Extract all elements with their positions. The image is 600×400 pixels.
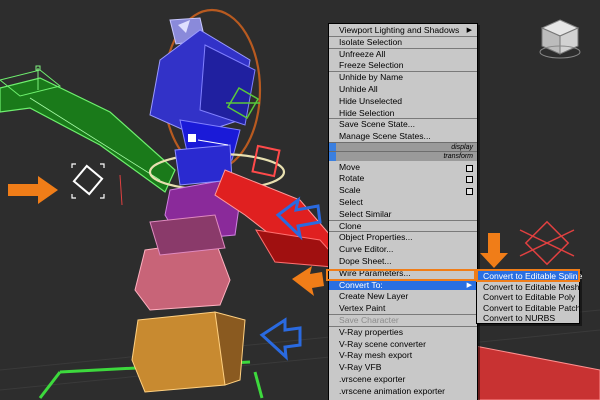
menu-item-label: Convert to NURBS	[483, 313, 556, 324]
menu-item-convert-to-editable-mesh[interactable]: Convert to Editable Mesh	[477, 281, 580, 292]
menu-item-label: Wire Parameters...	[339, 267, 411, 278]
menu-item-label: Vertex Paint	[339, 303, 386, 314]
menu-item-move[interactable]: Move	[329, 161, 477, 173]
quad-header-label: transform	[443, 153, 473, 161]
menu-item-v-ray-bitmap-to-vrayhdri-converter[interactable]: V-Ray Bitmap to VRayHDRI converter	[329, 397, 484, 400]
menu-item-label: V-Ray VFB	[339, 362, 382, 373]
menu-item-scale[interactable]: Scale	[329, 184, 477, 196]
menu-item-label: Select Similar	[339, 208, 392, 219]
menu-item-label: Unhide All	[339, 83, 378, 94]
menu-item-label: Unfreeze All	[339, 48, 386, 59]
quad-header-tab	[329, 142, 336, 152]
menu-item-wire-parameters[interactable]: Wire Parameters...	[329, 267, 477, 279]
menu-item-select-similar[interactable]: Select Similar	[329, 208, 477, 220]
menu-item-label: .vrscene exporter	[339, 373, 406, 384]
menu-item-vrscene-exporter[interactable]: .vrscene exporter	[329, 373, 477, 385]
viewcube-icon[interactable]	[536, 14, 584, 62]
menu-item-unhide-all[interactable]: Unhide All	[329, 83, 477, 95]
scene-geometry	[0, 8, 600, 400]
menu-item-label: Convert to Editable Spline	[483, 271, 583, 281]
menu-item-convert-to-editable-poly[interactable]: Convert to Editable Poly	[477, 291, 579, 302]
menu-item-label: Convert to Editable Poly	[483, 292, 576, 303]
menu-item-hide-unselected[interactable]: Hide Unselected	[329, 95, 477, 107]
menu-item-label: Scale	[339, 185, 361, 196]
menu-item-label: V-Ray scene converter	[339, 338, 426, 349]
menu-item-convert-to-editable-patch[interactable]: Convert to Editable Patch	[477, 302, 581, 313]
menu-item-label: Save Character	[339, 314, 399, 325]
settings-box-icon[interactable]	[466, 176, 473, 184]
menu-item-convert-to-editable-spline[interactable]: Convert to Editable Spline	[476, 269, 583, 282]
quad-menu-transform-section: Move Rotate Scale Select Select Similar Clone…	[329, 161, 484, 400]
settings-box-icon[interactable]	[466, 164, 473, 172]
convert-to-submenu: Convert to Editable Spline Convert to Edi…	[476, 269, 583, 324]
menu-item-unhide-by-name[interactable]: Unhide by Name	[329, 71, 477, 83]
menu-item-rotate[interactable]: Rotate	[329, 172, 477, 184]
quad-header-display: display	[329, 141, 477, 152]
menu-item-label: Clone	[339, 220, 362, 231]
3d-viewport[interactable]: Viewport Lighting and Shadows ▶ Isolate Se…	[0, 0, 600, 400]
menu-item-label: Viewport Lighting and Shadows	[339, 25, 460, 35]
menu-item-label: Convert To:	[339, 279, 383, 290]
menu-item-v-ray-properties[interactable]: V-Ray properties	[329, 325, 477, 338]
menu-item-dope-sheet[interactable]: Dope Sheet...	[329, 255, 477, 267]
menu-item-v-ray-scene-converter[interactable]: V-Ray scene converter	[329, 338, 477, 350]
menu-item-label: Dope Sheet...	[339, 255, 392, 266]
menu-item-label: Save Scene State...	[339, 119, 415, 130]
green-arm[interactable]	[0, 69, 176, 193]
menu-item-label: Manage Scene States...	[339, 131, 431, 142]
menu-item-vrscene-animation-exporter[interactable]: .vrscene animation exporter	[329, 385, 477, 397]
menu-item-label: Convert to Editable Patch	[483, 302, 581, 313]
menu-item-label: V-Ray mesh export	[339, 350, 413, 361]
menu-item-v-ray-vfb[interactable]: V-Ray VFB	[329, 361, 477, 373]
menu-item-label: Object Properties...	[339, 232, 413, 243]
menu-item-clone[interactable]: Clone	[329, 219, 477, 232]
menu-item-label: .vrscene animation exporter	[339, 385, 446, 396]
menu-item-convert-to[interactable]: Convert To: ▶	[329, 278, 477, 291]
quad-header-transform: transform	[329, 151, 477, 161]
menu-item-save-scene-state[interactable]: Save Scene State...	[329, 118, 477, 130]
menu-item-object-properties[interactable]: Object Properties...	[329, 231, 477, 243]
menu-item-hide-selection[interactable]: Hide Selection	[329, 107, 477, 119]
menu-item-label: Move	[339, 161, 361, 172]
menu-item-convert-to-nurbs[interactable]: Convert to NURBS	[477, 312, 579, 323]
menu-item-label: Hide Selection	[339, 107, 395, 118]
quad-menu-display-section: Viewport Lighting and Shadows ▶ Isolate Se…	[329, 24, 477, 142]
menu-item-unfreeze-all[interactable]: Unfreeze All	[329, 47, 477, 60]
quad-header-tab	[329, 152, 336, 161]
settings-box-icon[interactable]	[466, 188, 473, 196]
menu-item-label: Unhide by Name	[339, 72, 404, 83]
menu-item-create-new-layer[interactable]: Create New Layer	[329, 290, 477, 302]
menu-item-select[interactable]: Select	[329, 196, 477, 208]
menu-item-viewport-lighting-and-shadows[interactable]: Viewport Lighting and Shadows ▶	[329, 24, 477, 36]
menu-item-vertex-paint[interactable]: Vertex Paint	[329, 302, 477, 314]
menu-item-label: V-Ray properties	[339, 326, 404, 337]
menu-item-freeze-selection[interactable]: Freeze Selection	[329, 59, 477, 71]
menu-item-curve-editor[interactable]: Curve Editor...	[329, 243, 477, 255]
quad-header-label: display	[451, 143, 473, 151]
menu-item-manage-scene-states[interactable]: Manage Scene States...	[329, 130, 477, 142]
menu-item-label: Isolate Selection	[339, 36, 403, 47]
menu-item-label: Hide Unselected	[339, 95, 403, 106]
menu-item-label: Freeze Selection	[339, 60, 404, 71]
menu-item-label: Curve Editor...	[339, 244, 394, 255]
menu-item-label: Create New Layer	[339, 291, 409, 302]
quad-menu: Viewport Lighting and Shadows ▶ Isolate Se…	[328, 23, 484, 400]
menu-item-save-character: Save Character	[329, 313, 477, 326]
menu-item-label: Convert to Editable Mesh	[483, 281, 580, 292]
menu-item-v-ray-mesh-export[interactable]: V-Ray mesh export	[329, 349, 477, 361]
hand-gizmo[interactable]	[71, 163, 123, 206]
menu-item-label: Select	[339, 196, 363, 207]
menu-item-label: Rotate	[339, 173, 365, 184]
menu-item-isolate-selection[interactable]: Isolate Selection	[329, 35, 477, 48]
